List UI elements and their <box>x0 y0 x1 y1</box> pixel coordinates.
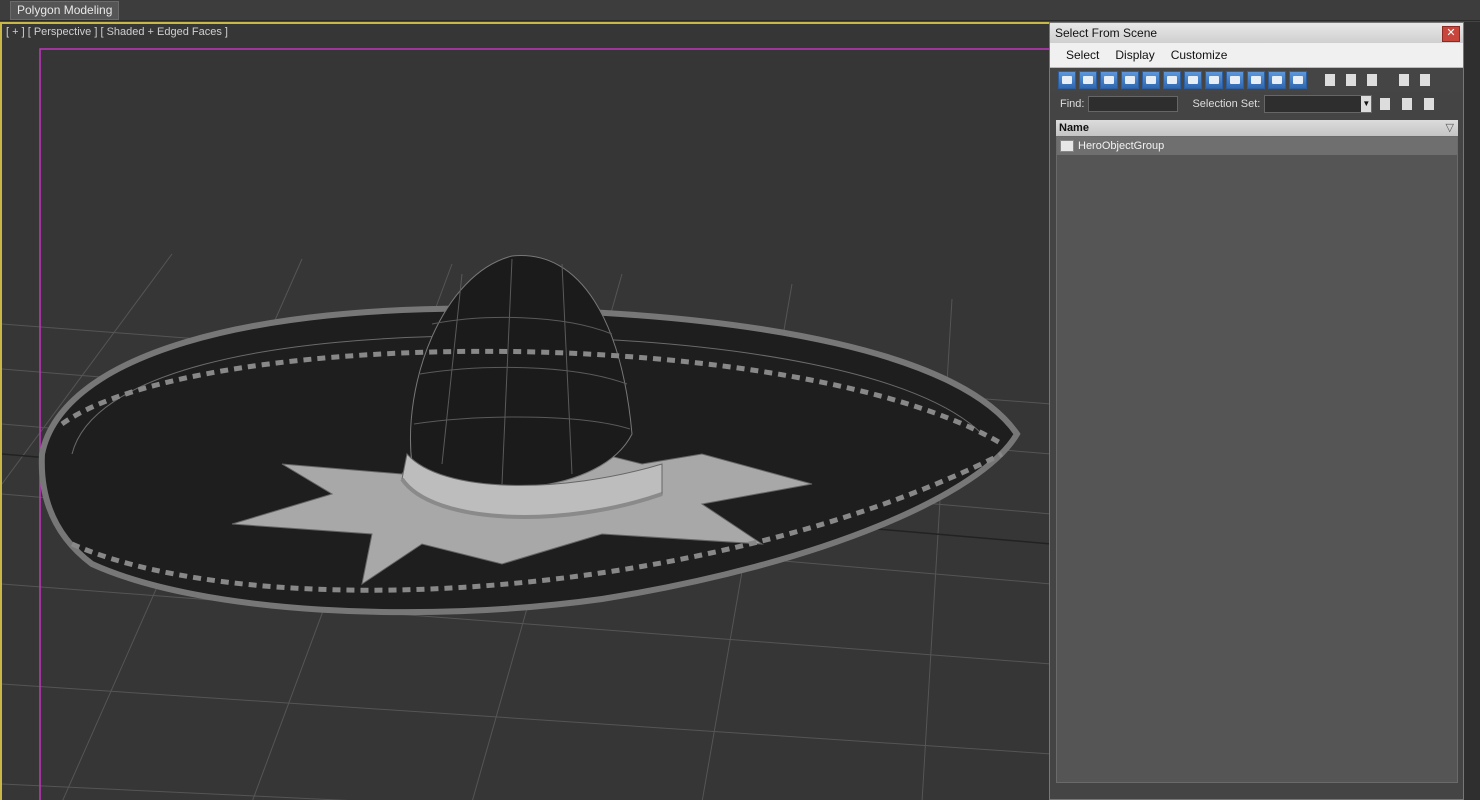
display-lights-icon[interactable] <box>1100 71 1118 89</box>
display-containers-icon[interactable] <box>1247 71 1265 89</box>
object-list[interactable]: HeroObjectGroup <box>1056 136 1458 783</box>
sort-arrow-icon: ▽ <box>1445 122 1454 134</box>
find-row: Find: Selection Set: ▼ <box>1050 92 1463 116</box>
menu-customize[interactable]: Customize <box>1163 48 1236 62</box>
display-spacewarps-icon[interactable] <box>1163 71 1181 89</box>
name-column-label: Name <box>1059 122 1089 134</box>
polygon-modeling-tab[interactable]: Polygon Modeling <box>10 1 120 20</box>
display-groups-icon[interactable] <box>1184 71 1202 89</box>
display-bones-icon[interactable] <box>1226 71 1244 89</box>
dialog-title: Select From Scene <box>1055 26 1158 40</box>
scene-canvas <box>2 24 1050 800</box>
filter-settings-icon[interactable] <box>1416 71 1434 89</box>
add-to-selection-set-icon[interactable] <box>1398 95 1416 113</box>
display-helpers-icon[interactable] <box>1142 71 1160 89</box>
find-input[interactable] <box>1088 96 1179 112</box>
command-panel-edge <box>1462 22 1480 800</box>
dialog-menubar: Select Display Customize <box>1050 43 1463 68</box>
find-label: Find: <box>1060 98 1085 110</box>
close-icon[interactable]: ✕ <box>1442 26 1460 42</box>
menu-select[interactable]: Select <box>1058 48 1107 62</box>
filter-icon[interactable] <box>1395 71 1413 89</box>
perspective-viewport[interactable]: [ + ] [ Perspective ] [ Shaded + Edged F… <box>0 22 1050 800</box>
display-all-icon[interactable] <box>1321 71 1339 89</box>
group-icon <box>1060 140 1074 152</box>
dialog-title-bar[interactable]: Select From Scene ✕ <box>1050 23 1463 43</box>
select-from-scene-dialog: Select From Scene ✕ Select Display Custo… <box>1049 22 1464 800</box>
filter-toolbar <box>1050 68 1463 92</box>
display-none-icon[interactable] <box>1342 71 1360 89</box>
list-item[interactable]: HeroObjectGroup <box>1057 137 1457 155</box>
display-geometry-icon[interactable] <box>1058 71 1076 89</box>
display-xrefs-icon[interactable] <box>1205 71 1223 89</box>
menu-display[interactable]: Display <box>1107 48 1162 62</box>
display-cameras-icon[interactable] <box>1121 71 1139 89</box>
create-selection-set-icon[interactable] <box>1376 95 1394 113</box>
name-column-header[interactable]: Name ▽ <box>1056 120 1458 136</box>
selection-set-dropdown[interactable]: ▼ <box>1264 95 1373 113</box>
display-hidden-icon[interactable] <box>1289 71 1307 89</box>
viewport-label[interactable]: [ + ] [ Perspective ] [ Shaded + Edged F… <box>6 26 228 38</box>
remove-from-selection-set-icon[interactable] <box>1420 95 1438 113</box>
display-shapes-icon[interactable] <box>1079 71 1097 89</box>
list-item-label: HeroObjectGroup <box>1078 140 1165 152</box>
top-ribbon-bar: Polygon Modeling <box>0 0 1480 21</box>
display-invert-icon[interactable] <box>1363 71 1381 89</box>
selection-set-label: Selection Set: <box>1192 98 1261 110</box>
display-frozen-icon[interactable] <box>1268 71 1286 89</box>
chevron-down-icon[interactable]: ▼ <box>1361 96 1372 112</box>
